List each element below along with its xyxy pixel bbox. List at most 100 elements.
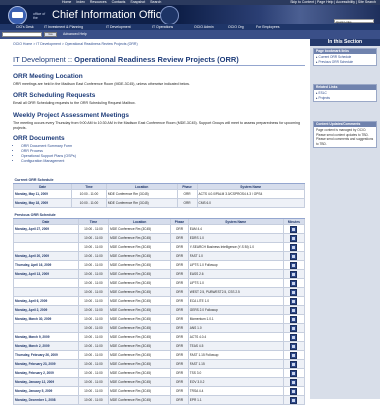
minutes-document-icon[interactable] <box>290 288 298 296</box>
table-row: Monday, April 6, 2009 10:00 - 11:00 MDE Co… <box>13 296 306 306</box>
row-phase: ORR <box>170 242 189 252</box>
row-time: 10:00 - 11:00 <box>77 278 110 288</box>
top-link-index[interactable]: Index <box>76 0 85 4</box>
top-link-resources[interactable]: Resources <box>90 0 107 4</box>
row-location: MDE Conference Rm (3C45) <box>108 377 172 387</box>
top-link-home[interactable]: Home <box>62 0 71 4</box>
row-system-name: Y-SEARCH Business Intelligence (Y-S BI) … <box>187 242 284 252</box>
agency-logo[interactable] <box>8 6 27 24</box>
row-date: Monday, March 2, 2009 <box>13 341 79 351</box>
row-minutes <box>282 332 306 342</box>
minutes-document-icon[interactable] <box>290 261 298 269</box>
row-phase: ORR <box>170 251 189 261</box>
row-phase: ORR <box>170 395 189 405</box>
row-phase: ORR <box>170 323 189 333</box>
row-phase: ORR <box>170 377 189 387</box>
minutes-document-icon[interactable] <box>290 225 298 233</box>
scheduling-heading: ORR Scheduling Requests <box>13 92 96 99</box>
search-button[interactable]: Go <box>44 32 57 37</box>
minutes-document-icon[interactable] <box>290 270 298 278</box>
top-link-search[interactable]: Search <box>150 0 161 4</box>
minutes-document-icon[interactable] <box>290 369 298 377</box>
advanced-search-link[interactable]: Advanced Help <box>63 32 87 36</box>
row-time: 10:00 - 11:00 <box>77 386 110 396</box>
row-location: MDE Conference Rm (3C45) <box>108 350 172 360</box>
related-links-box: Related Links ▸ESLC ▸Projects <box>313 84 377 102</box>
minutes-document-icon[interactable] <box>290 387 298 395</box>
row-time: 10:00 - 11:00 <box>77 314 110 324</box>
bookmark-previous[interactable]: ▸Previous ORR Schedule <box>316 60 374 65</box>
top-link-contacts[interactable]: Contacts <box>112 0 126 4</box>
row-minutes <box>282 242 306 252</box>
sidebar: In this Section Page bookmark links ▸Cur… <box>310 39 380 399</box>
row-phase: ORR <box>176 189 198 199</box>
minutes-document-icon[interactable] <box>290 333 298 341</box>
minutes-document-icon[interactable] <box>290 279 298 287</box>
minutes-document-icon[interactable] <box>290 315 298 323</box>
table-row: 10:00 - 11:00 MDE Conference Rm (3C45) ORR… <box>13 278 306 288</box>
row-time: 10:00 - 11:00 <box>77 377 110 387</box>
row-phase: ORR <box>170 341 189 351</box>
row-date: Monday, December 1, 2008 <box>13 395 79 405</box>
row-minutes <box>282 341 306 351</box>
row-date: Monday, April 20, 2009 <box>13 251 79 261</box>
bookmarks-box: Page bookmark links ▸Current ORR Schedul… <box>313 48 377 66</box>
row-phase: ORR <box>170 368 189 378</box>
minutes-document-icon[interactable] <box>290 351 298 359</box>
table-row: Monday, February 2, 2009 10:00 - 11:00 MDE… <box>13 368 306 378</box>
row-system-name: FAST 1.15 <box>187 359 284 369</box>
current-schedule-table: Current ORR Schedule Date Time Location … <box>12 177 306 208</box>
row-phase: ORR <box>170 314 189 324</box>
row-time: 10:00 - 11:00 <box>71 198 107 208</box>
row-minutes <box>282 314 306 324</box>
row-date: Monday, April 27, 2009 <box>13 224 79 234</box>
row-system-name: FAST 1.15 Followup <box>187 350 284 360</box>
row-minutes <box>282 395 306 405</box>
minutes-document-icon[interactable] <box>290 306 298 314</box>
row-system-name: ACTS 4.0.0/PALM 3.0/CSPROS4 4.3 / OPS4 <box>196 189 306 199</box>
doc-link-config-mgmt[interactable]: Configuration Management <box>21 159 76 164</box>
search-input[interactable] <box>2 32 42 37</box>
breadcrumb[interactable]: OCIO Home > IT Development > Operational… <box>13 42 138 46</box>
row-date: Monday, January 12, 2009 <box>13 377 79 387</box>
minutes-document-icon[interactable] <box>290 243 298 251</box>
row-minutes <box>282 233 306 243</box>
content-updates-text: Page content is managed by OCIO. Please … <box>316 128 374 146</box>
minutes-document-icon[interactable] <box>290 378 298 386</box>
arrow-icon: ▸ <box>316 59 318 64</box>
row-date: Monday, April 13, 2009 <box>13 269 79 279</box>
row-system-name: Momentum 1.0.1 <box>187 314 284 324</box>
row-time: 10:00 - 11:00 <box>77 260 110 270</box>
row-minutes <box>282 287 306 297</box>
row-minutes <box>282 323 306 333</box>
minutes-document-icon[interactable] <box>290 360 298 368</box>
row-system-name: EPR 1.1 <box>187 395 284 405</box>
table-row: Monday, April 2, 2009 10:00 - 11:00 MDE Co… <box>13 305 306 315</box>
row-location: MDE Conference Rm (3C45) <box>108 332 172 342</box>
row-minutes <box>282 386 306 396</box>
minutes-document-icon[interactable] <box>290 297 298 305</box>
row-minutes <box>282 260 306 270</box>
row-minutes <box>282 269 306 279</box>
row-date: Monday, April 2, 2009 <box>13 305 79 315</box>
row-system-name: GERS 2.0 Followup <box>187 305 284 315</box>
table-row: Monday, January 12, 2009 10:00 - 11:00 MDE… <box>13 377 306 387</box>
quick-links-select[interactable]: Quick Links <box>334 19 374 24</box>
row-minutes <box>282 296 306 306</box>
title-divider <box>13 65 305 66</box>
row-minutes <box>282 224 306 234</box>
row-date: Monday, April 6, 2009 <box>13 296 79 306</box>
row-time: 10:00 - 11:00 <box>77 224 110 234</box>
minutes-document-icon[interactable] <box>290 396 298 404</box>
minutes-document-icon[interactable] <box>290 324 298 332</box>
logo-mark <box>12 12 23 18</box>
minutes-document-icon[interactable] <box>290 342 298 350</box>
related-projects[interactable]: ▸Projects <box>316 96 374 101</box>
minutes-document-icon[interactable] <box>290 234 298 242</box>
top-link-snapshot[interactable]: Snapshot <box>130 0 145 4</box>
row-location: MDE Conference Rm (3C45) <box>108 251 172 261</box>
row-location: MDE Conference Rm (3C45) <box>105 198 178 208</box>
minutes-document-icon[interactable] <box>290 252 298 260</box>
row-date: Monday, March 9, 2009 <box>13 332 79 342</box>
weekly-text: The meeting occurs every Thursday from 9… <box>13 121 300 130</box>
